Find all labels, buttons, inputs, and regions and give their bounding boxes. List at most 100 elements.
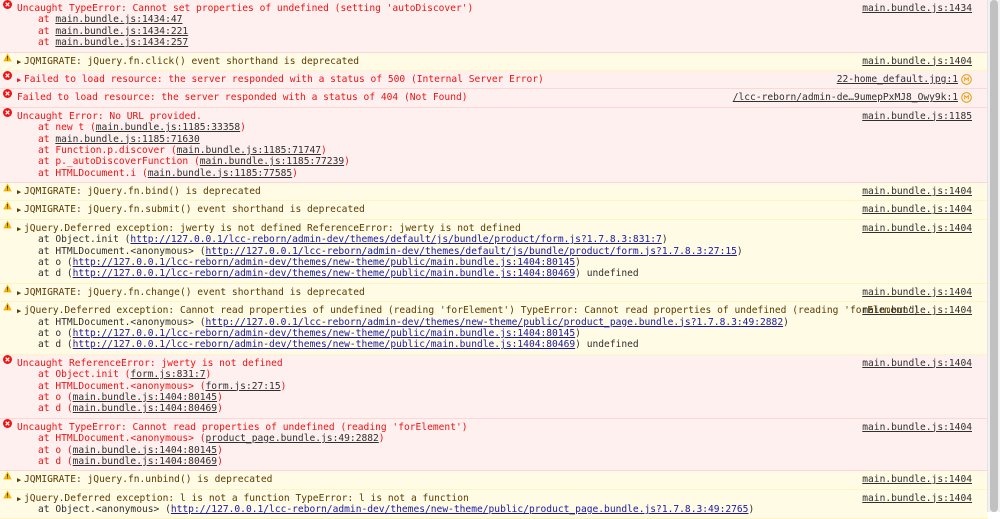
source-link[interactable]: main.bundle.js:1404 (862, 474, 972, 485)
source-link[interactable]: main.bundle.js:1404 (862, 422, 972, 433)
frame-link[interactable]: main.bundle.js:1434:221 (55, 26, 188, 37)
frame-suffix: ) (321, 144, 327, 156)
stack-frame: at Function.p.discover (main.bundle.js:1… (0, 145, 988, 156)
message-text: Uncaught TypeError: Cannot read properti… (17, 421, 468, 433)
network-panel-icon[interactable] (961, 92, 972, 104)
error-message[interactable]: Uncaught Error: No URL provided. main.bun… (0, 107, 988, 184)
frame-prefix: at d ( (38, 268, 73, 280)
frame-link[interactable]: http://127.0.0.1/lcc-reborn/admin-dev/th… (206, 317, 784, 328)
frame-link[interactable]: form.js:831:7 (130, 369, 205, 380)
warning-message[interactable]: ▶ JQMIGRATE: jQuery.fn.unbind() is deprec… (0, 471, 988, 490)
stack-frame: at p._autoDiscoverFunction (main.bundle.… (0, 156, 988, 167)
error-message[interactable]: Uncaught TypeError: Cannot set propertie… (0, 0, 988, 53)
stack-frame: at main.bundle.js:1434:47 (0, 14, 988, 25)
scrollbar[interactable] (987, 0, 1000, 512)
stack-frame: at HTMLDocument.i (main.bundle.js:1185:7… (0, 168, 988, 179)
frame-link[interactable]: main.bundle.js:1404:80469 (73, 456, 217, 467)
stack-frame: at main.bundle.js:1185:71630 (0, 134, 988, 145)
source-link[interactable]: main.bundle.js:1404 (862, 223, 972, 234)
frame-link[interactable]: http://127.0.0.1/lcc-reborn/admin-dev/th… (73, 257, 576, 268)
frame-link[interactable]: main.bundle.js:1404:80469 (73, 403, 217, 414)
stack-frame: at HTMLDocument.<anonymous> (product_pag… (0, 433, 988, 444)
warning-message[interactable]: ▶ jQuery.Deferred exception: l is not a f… (0, 489, 988, 519)
warning-message[interactable]: ▶ jQuery.Deferred exception: Cannot read … (0, 302, 988, 355)
message-text: Failed to load resource: the server resp… (17, 92, 468, 104)
expand-triangle-icon[interactable]: ▶ (17, 205, 24, 216)
frame-prefix: at o ( (38, 257, 73, 269)
message-text: JQMIGRATE: jQuery.fn.unbind() is depreca… (24, 474, 273, 486)
frame-suffix: ) (280, 380, 287, 392)
message-text: JQMIGRATE: jQuery.fn.bind() is deprecate… (24, 186, 261, 198)
frame-prefix: at HTMLDocument.i ( (38, 167, 148, 179)
frame-suffix: ) (344, 156, 350, 168)
source-link[interactable]: /lcc-reborn/admin-de…9umepPxMJ8_Owy9k:1 (733, 92, 958, 103)
error-message[interactable]: ▶ Failed to load resource: the server res… (0, 70, 988, 90)
frame-suffix: ) undefined (575, 268, 639, 280)
frame-link[interactable]: main.bundle.js:1434:257 (55, 37, 188, 48)
frame-link[interactable]: form.js:27:15 (206, 381, 281, 392)
warning-message[interactable]: ▶ jQuery.Deferred exception: jwerty is no… (0, 219, 988, 284)
source-link[interactable]: main.bundle.js:1404 (862, 56, 972, 67)
stack-frame: at HTMLDocument.<anonymous> (form.js:27:… (0, 381, 988, 392)
frame-link[interactable]: http://127.0.0.1/lcc-reborn/admin-dev/th… (73, 328, 576, 339)
scrollbar-thumb[interactable] (990, 0, 998, 512)
frame-prefix: at (38, 133, 56, 145)
source-link[interactable]: main.bundle.js:1404 (862, 493, 972, 504)
stack-frame: at HTMLDocument.<anonymous> (http://127.… (0, 246, 988, 257)
frame-suffix: ) (748, 504, 755, 516)
expand-triangle-icon[interactable]: ▶ (17, 75, 24, 86)
frame-link[interactable]: http://127.0.0.1/lcc-reborn/admin-dev/th… (73, 268, 576, 279)
source-link[interactable]: main.bundle.js:1404 (862, 186, 972, 197)
expand-triangle-icon[interactable]: ▶ (17, 288, 24, 299)
frame-link[interactable]: http://127.0.0.1/lcc-reborn/admin-dev/th… (206, 246, 737, 257)
frame-link[interactable]: main.bundle.js:1434:47 (55, 14, 182, 25)
source-link[interactable]: 22-home_default.jpg:1 (837, 74, 958, 85)
warning-message[interactable]: ▶ JQMIGRATE: jQuery.fn.submit() event sho… (0, 201, 988, 220)
expand-triangle-icon[interactable]: ▶ (17, 475, 24, 486)
frame-suffix: ) (378, 433, 385, 445)
message-text: jQuery.Deferred exception: l is not a fu… (24, 492, 469, 504)
source-link[interactable]: main.bundle.js:1434 (862, 3, 972, 14)
frame-link[interactable]: main.bundle.js:1185:71747 (177, 145, 321, 156)
frame-link[interactable]: http://127.0.0.1/lcc-reborn/admin-dev/th… (73, 339, 576, 350)
frame-link[interactable]: product_page.bundle.js:49:2882 (206, 433, 379, 444)
message-header: ▶ jQuery.Deferred exception: Cannot read … (0, 305, 988, 316)
expand-triangle-icon[interactable]: ▶ (17, 57, 24, 68)
error-message[interactable]: Uncaught TypeError: Cannot read properti… (0, 418, 988, 472)
frame-suffix: ) (240, 122, 246, 134)
warning-message[interactable]: ▶ JQMIGRATE: jQuery.fn.change() event sho… (0, 283, 988, 303)
console-messages: Uncaught TypeError: Cannot set propertie… (0, 0, 988, 519)
frame-link[interactable]: main.bundle.js:1185:33358 (96, 122, 240, 133)
stack-frame: at o (http://127.0.0.1/lcc-reborn/admin-… (0, 257, 988, 268)
stack-frame: at o (main.bundle.js:1404:80145) (0, 392, 988, 403)
frame-link[interactable]: main.bundle.js:1404:80145 (73, 445, 217, 456)
stack-frame: at d (main.bundle.js:1404:80469) (0, 403, 988, 414)
frame-prefix: at (38, 25, 56, 37)
warning-message[interactable]: ▶ JQMIGRATE: jQuery.fn.click() event shor… (0, 52, 988, 71)
error-message[interactable]: Uncaught ReferenceError: jwerty is not d… (0, 354, 988, 419)
message-text: Uncaught ReferenceError: jwerty is not d… (17, 357, 283, 369)
frame-suffix: ) (217, 455, 223, 467)
frame-link[interactable]: main.bundle.js:1404:80145 (73, 392, 217, 403)
source-link[interactable]: main.bundle.js:1404 (862, 358, 972, 369)
frame-link[interactable]: http://127.0.0.1/lcc-reborn/admin-dev/th… (130, 234, 661, 245)
frame-prefix: at d ( (38, 455, 73, 467)
frame-prefix: at Object.init ( (38, 234, 131, 246)
frame-suffix: ) (217, 444, 223, 456)
frame-link[interactable]: main.bundle.js:1185:77585 (148, 168, 292, 179)
expand-triangle-icon[interactable]: ▶ (17, 187, 24, 198)
message-text: JQMIGRATE: jQuery.fn.submit() event shor… (24, 204, 365, 216)
source-link[interactable]: main.bundle.js:1404 (862, 204, 972, 215)
source-link[interactable]: main.bundle.js:1185 (862, 111, 972, 122)
warning-message[interactable]: ▶ JQMIGRATE: jQuery.fn.bind() is deprecat… (0, 183, 988, 202)
frame-suffix: ) (783, 316, 789, 328)
stack-frame: at d (main.bundle.js:1404:80469) (0, 456, 988, 467)
source-link[interactable]: main.bundle.js:1404 (862, 305, 972, 316)
network-panel-icon[interactable] (961, 74, 972, 85)
frame-link[interactable]: main.bundle.js:1185:71630 (55, 134, 199, 145)
frame-link[interactable]: http://127.0.0.1/lcc-reborn/admin-dev/th… (171, 504, 749, 515)
frame-link[interactable]: main.bundle.js:1185:77239 (200, 156, 344, 167)
source-link[interactable]: main.bundle.js:1404 (862, 287, 972, 298)
message-text: JQMIGRATE: jQuery.fn.change() event shor… (24, 286, 365, 298)
error-message[interactable]: Failed to load resource: the server resp… (0, 89, 988, 108)
